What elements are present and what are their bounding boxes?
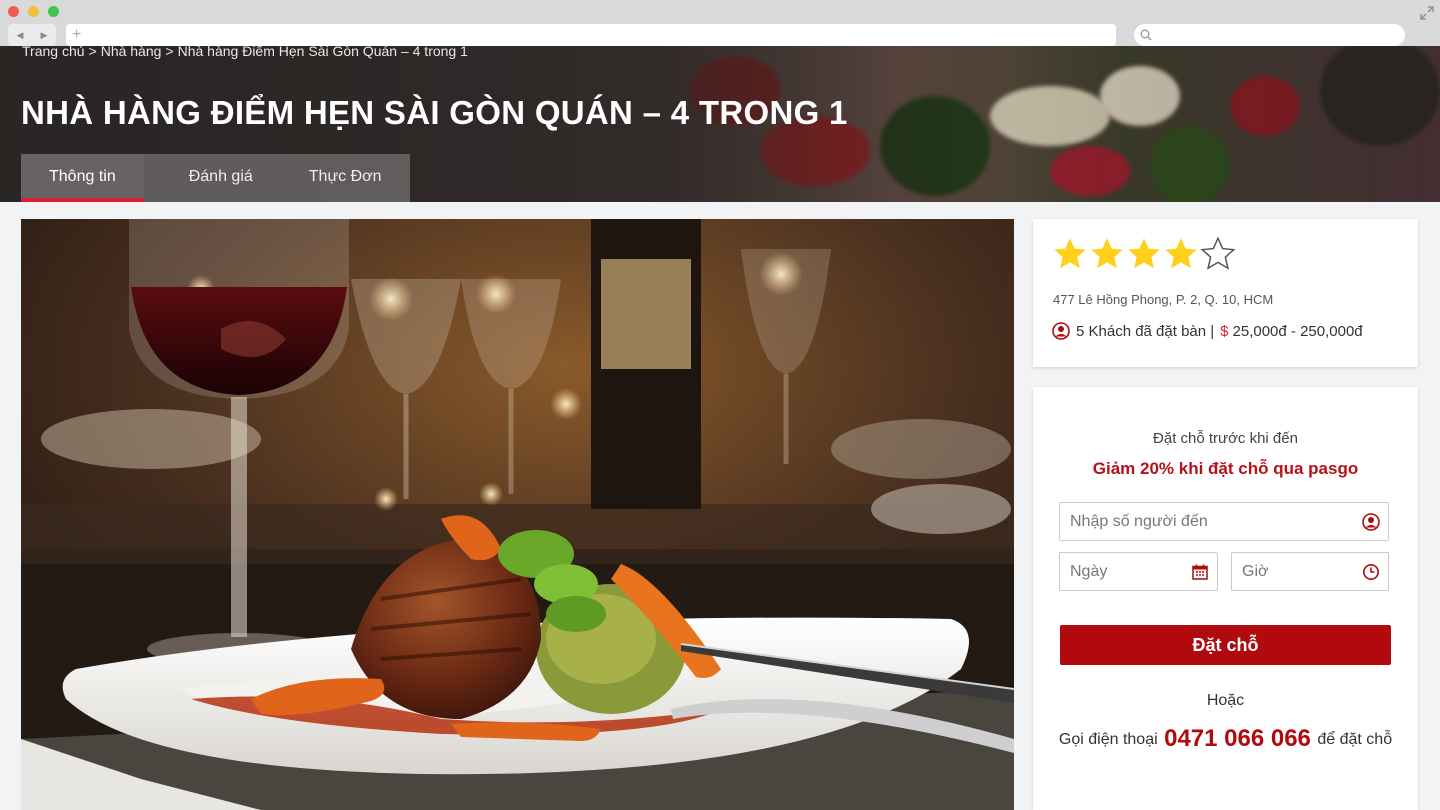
star-filled-icon (1165, 238, 1197, 269)
address-bar[interactable]: + (66, 24, 1116, 46)
phone-number[interactable]: 0471 066 066 (1164, 725, 1311, 752)
nav-buttons: ◀ ▶ (8, 24, 56, 46)
restaurant-info-card: 477 Lê Hồng Phong, P. 2, Q. 10, HCM 5 Kh… (1033, 219, 1418, 367)
breadcrumb-current: Nhà hàng Điểm Hẹn Sài Gòn Quán – 4 trong… (177, 46, 468, 59)
hero-banner: Trang chủ > Nhà hàng > Nhà hàng Điểm Hẹn Sài… (0, 46, 1440, 202)
breadcrumb-home[interactable]: Trang chủ (22, 46, 85, 59)
book-button[interactable]: Đặt chỗ (1060, 625, 1391, 665)
search-icon (1140, 29, 1152, 41)
user-icon (1362, 513, 1380, 531)
booking-promo: Giảm 20% khi đặt chỗ qua pasgo (1092, 459, 1359, 478)
date-field[interactable] (1059, 552, 1218, 591)
restaurant-photo (21, 219, 1014, 810)
breadcrumb-separator: > (88, 46, 97, 59)
browser-chrome: ◀ ▶ + (0, 0, 1440, 46)
minimize-window-dot[interactable] (28, 6, 39, 17)
guests-field[interactable] (1059, 502, 1389, 541)
call-to-book: Gọi điện thoại 0471 066 066 để đặt chỗ (1033, 725, 1418, 753)
maximize-window-dot[interactable] (48, 6, 59, 17)
star-filled-icon (1054, 238, 1086, 269)
guests-booked-text: 5 Khách đã đặt bàn | (1076, 322, 1215, 340)
tab-menu[interactable]: Thực Đơn (281, 154, 410, 202)
star-filled-icon (1091, 238, 1123, 269)
guests-input[interactable] (1060, 503, 1388, 540)
call-prefix: Gọi điện thoại (1058, 731, 1158, 748)
breadcrumb-restaurants[interactable]: Nhà hàng (101, 46, 162, 59)
breadcrumb-separator: > (165, 46, 174, 59)
clock-icon[interactable] (1362, 563, 1380, 581)
price-range: 25,000đ - 250,000đ (1232, 322, 1363, 340)
booking-card: Đặt chỗ trước khi đến Giảm 20% khi đặt c… (1033, 387, 1418, 810)
or-label: Hoặc (1206, 692, 1245, 709)
close-window-dot[interactable] (8, 6, 19, 17)
calendar-icon[interactable] (1191, 563, 1209, 581)
tab-reviews[interactable]: Đánh giá (144, 154, 281, 202)
forward-arrow-icon[interactable]: ▶ (41, 30, 48, 41)
booking-subtitle: Đặt chỗ trước khi đến (1153, 430, 1298, 447)
browser-search-input[interactable] (1134, 24, 1405, 46)
new-tab-icon[interactable]: + (72, 25, 81, 45)
tab-bar: Thông tin Đánh giá Thực Đơn (21, 154, 410, 202)
star-filled-icon (1128, 238, 1160, 269)
booking-stats: 5 Khách đã đặt bàn | $ 25,000đ - 250,000… (1052, 322, 1363, 340)
back-arrow-icon[interactable]: ◀ (17, 30, 24, 41)
time-field[interactable] (1231, 552, 1389, 591)
dollar-icon: $ (1220, 322, 1229, 340)
tab-info[interactable]: Thông tin (21, 154, 144, 202)
page-title: NHÀ HÀNG ĐIỂM HẸN SÀI GÒN QUÁN – 4 TRONG… (21, 94, 848, 131)
user-icon (1052, 322, 1070, 340)
expand-icon[interactable] (1420, 6, 1434, 20)
breadcrumb: Trang chủ > Nhà hàng > Nhà hàng Điểm Hẹn Sài… (22, 46, 468, 59)
call-suffix: để đặt chỗ (1317, 731, 1393, 748)
restaurant-address: 477 Lê Hồng Phong, P. 2, Q. 10, HCM (1053, 292, 1274, 307)
star-empty-icon (1200, 236, 1236, 270)
rating-stars (1052, 236, 1236, 272)
